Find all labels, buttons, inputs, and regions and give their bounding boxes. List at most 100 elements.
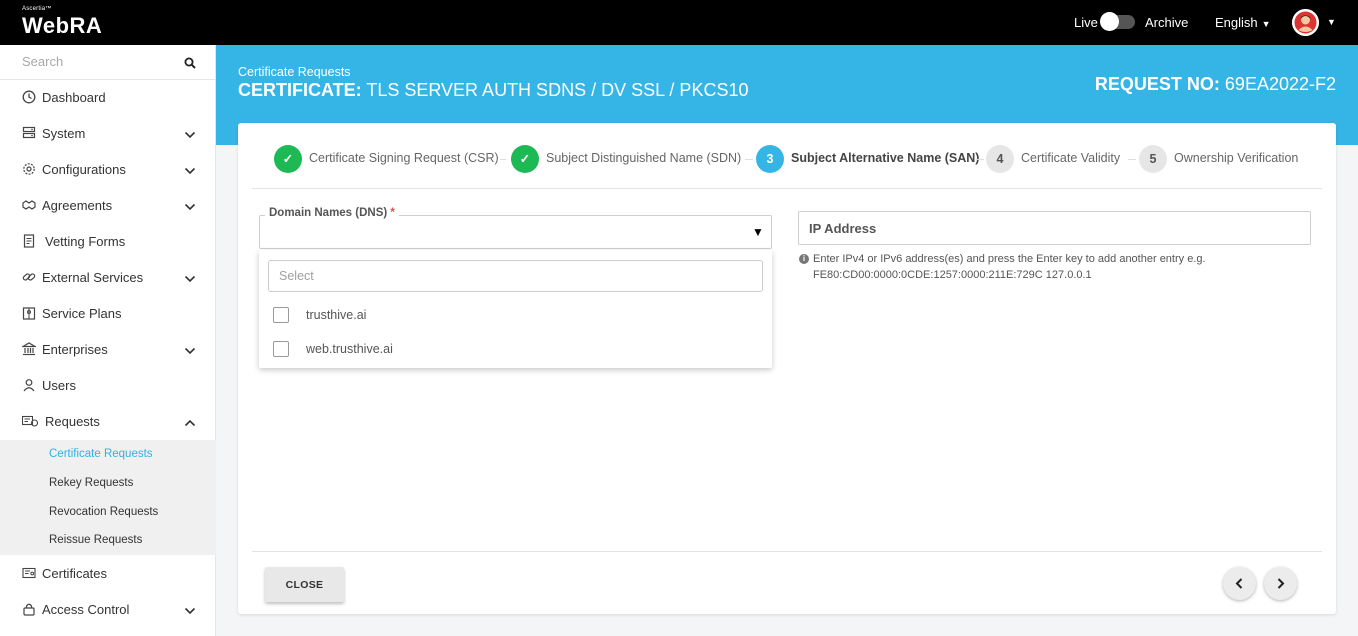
search-icon[interactable] (184, 56, 196, 74)
sidebar-subitem-rekey-requests[interactable]: Rekey Requests (49, 477, 133, 489)
step-1-check-icon[interactable]: ✓ (274, 145, 302, 173)
page-title: CERTIFICATE: TLS SERVER AUTH SDNS / DV S… (238, 80, 748, 101)
option-label: trusthive.ai (306, 308, 367, 322)
close-button[interactable]: CLOSE (265, 567, 344, 602)
sidebar-item-label: Requests (45, 414, 100, 429)
requests-icon (21, 414, 39, 428)
avatar[interactable] (1292, 9, 1319, 36)
ip-address-field (798, 211, 1311, 245)
link-icon (22, 270, 36, 284)
lock-icon (22, 602, 36, 616)
archive-label: Archive (1145, 15, 1189, 30)
domain-names-select[interactable] (259, 215, 772, 249)
next-button[interactable] (1264, 567, 1297, 600)
user-icon (22, 378, 36, 392)
language-selector[interactable]: English ▼ (1215, 15, 1271, 30)
plans-icon (22, 306, 36, 320)
checkbox[interactable] (273, 307, 289, 323)
chevron-down-icon (184, 164, 196, 175)
step-4-label[interactable]: Certificate Validity (1021, 151, 1120, 165)
step-connector (500, 159, 506, 160)
sidebar-item-label: Access Control (42, 602, 130, 617)
ip-hint-line2: FE80:CD00:0000:0CDE:1257:0000:211E:729C … (813, 269, 1092, 281)
chevron-down-icon (184, 344, 196, 355)
clock-icon (22, 90, 36, 104)
sidebar-item-label: Certificates (42, 566, 108, 581)
step-4-marker[interactable]: 4 (986, 145, 1014, 173)
step-5-label[interactable]: Ownership Verification (1174, 151, 1298, 165)
sidebar-item-label: System (42, 126, 86, 141)
sidebar-item-configurations[interactable]: Configurations (0, 152, 216, 188)
step-connector (1128, 159, 1136, 160)
gear-icon (22, 162, 36, 176)
chevron-down-icon (184, 128, 196, 139)
step-3-marker[interactable]: 3 (756, 145, 784, 173)
sidebar-item-certificates[interactable]: Certificates (0, 556, 216, 592)
sidebar-item-system[interactable]: System (0, 116, 216, 152)
info-icon: i (799, 254, 809, 264)
sidebar-item-external-services[interactable]: External Services (0, 260, 216, 296)
logo-name: WebRA (22, 13, 103, 38)
sidebar-item-vetting-forms[interactable]: Vetting Forms (0, 224, 216, 260)
sidebar-item-requests[interactable]: Requests (0, 404, 216, 440)
sidebar-item-users[interactable]: Users (0, 368, 216, 404)
step-5-marker[interactable]: 5 (1139, 145, 1167, 173)
domain-names-dropdown: trusthive.ai web.trusthive.ai (259, 250, 772, 368)
sidebar-item-label: External Services (42, 270, 144, 285)
sidebar-item-agreements[interactable]: Agreements (0, 188, 216, 224)
dns-option-trusthive-ai[interactable]: trusthive.ai (273, 306, 753, 324)
chevron-up-icon (184, 416, 196, 427)
webra-logo[interactable]: Ascertia™ WebRA (22, 6, 102, 39)
sidebar-search (0, 45, 216, 80)
dropdown-search-input[interactable] (268, 260, 763, 292)
sidebar-subitem-certificate-requests[interactable]: Certificate Requests (49, 448, 153, 460)
step-3-label[interactable]: Subject Alternative Name (SAN) (791, 151, 979, 165)
sidebar-item-label: Service Plans (42, 306, 122, 321)
sidebar-item-label: Configurations (42, 162, 126, 177)
domain-names-label-text: Domain Names (DNS) (269, 207, 388, 219)
handshake-icon (22, 198, 36, 212)
step-1-label[interactable]: Certificate Signing Request (CSR) (309, 151, 499, 165)
ip-hint-line1: Enter IPv4 or IPv6 address(es) and press… (813, 253, 1206, 265)
breadcrumb[interactable]: Certificate Requests (238, 65, 351, 79)
footer-divider (252, 551, 1322, 552)
checkbox[interactable] (273, 341, 289, 357)
request-number-prefix: REQUEST NO: (1094, 74, 1220, 94)
form-icon (22, 234, 36, 248)
previous-button[interactable] (1223, 567, 1256, 600)
request-number-value: 69EA2022-F2 (1224, 74, 1336, 94)
sidebar-item-dashboard[interactable]: Dashboard (0, 80, 216, 116)
certificate-profile-name: TLS SERVER AUTH SDNS / DV SSL / PKCS10 (366, 80, 749, 100)
live-label: Live (1074, 15, 1098, 30)
top-bar: Ascertia™ WebRA Live Archive English ▼ ▼ (0, 0, 1358, 45)
toggle-knob (1100, 12, 1119, 31)
sidebar-item-label: Vetting Forms (45, 234, 126, 249)
required-mark: * (390, 207, 395, 219)
domain-names-label: Domain Names (DNS) * (265, 207, 399, 219)
step-2-check-icon[interactable]: ✓ (511, 145, 539, 173)
chevron-down-icon (184, 604, 196, 615)
sidebar-item-service-plans[interactable]: Service Plans (0, 296, 216, 332)
step-connector (745, 159, 753, 160)
requests-submenu: Certificate Requests Rekey Requests Revo… (0, 440, 216, 555)
language-label: English (1215, 15, 1258, 30)
sidebar-item-access-control[interactable]: Access Control (0, 592, 216, 628)
bank-icon (20, 342, 38, 356)
option-label: web.trusthive.ai (306, 342, 393, 356)
wizard-card: ✓ Certificate Signing Request (CSR) ✓ Su… (238, 123, 1336, 614)
request-number: REQUEST NO: 69EA2022-F2 (1095, 74, 1336, 95)
sidebar-item-label: Enterprises (42, 342, 108, 357)
step-2-label[interactable]: Subject Distinguished Name (SDN) (546, 151, 741, 165)
dns-option-web-trusthive-ai[interactable]: web.trusthive.ai (273, 340, 753, 358)
dropdown-arrow-icon[interactable]: ▼ (752, 225, 764, 239)
user-menu-caret-icon[interactable]: ▼ (1327, 17, 1336, 27)
server-icon (22, 126, 36, 140)
sidebar-subitem-revocation-requests[interactable]: Revocation Requests (49, 506, 158, 518)
search-input[interactable] (22, 54, 182, 69)
sidebar-subitem-reissue-requests[interactable]: Reissue Requests (49, 534, 142, 546)
stepper-divider (252, 188, 1322, 189)
certificate-icon (22, 566, 36, 580)
ip-address-input[interactable] (809, 221, 1289, 236)
live-archive-toggle[interactable] (1100, 12, 1135, 31)
sidebar-item-enterprises[interactable]: Enterprises (0, 332, 216, 368)
